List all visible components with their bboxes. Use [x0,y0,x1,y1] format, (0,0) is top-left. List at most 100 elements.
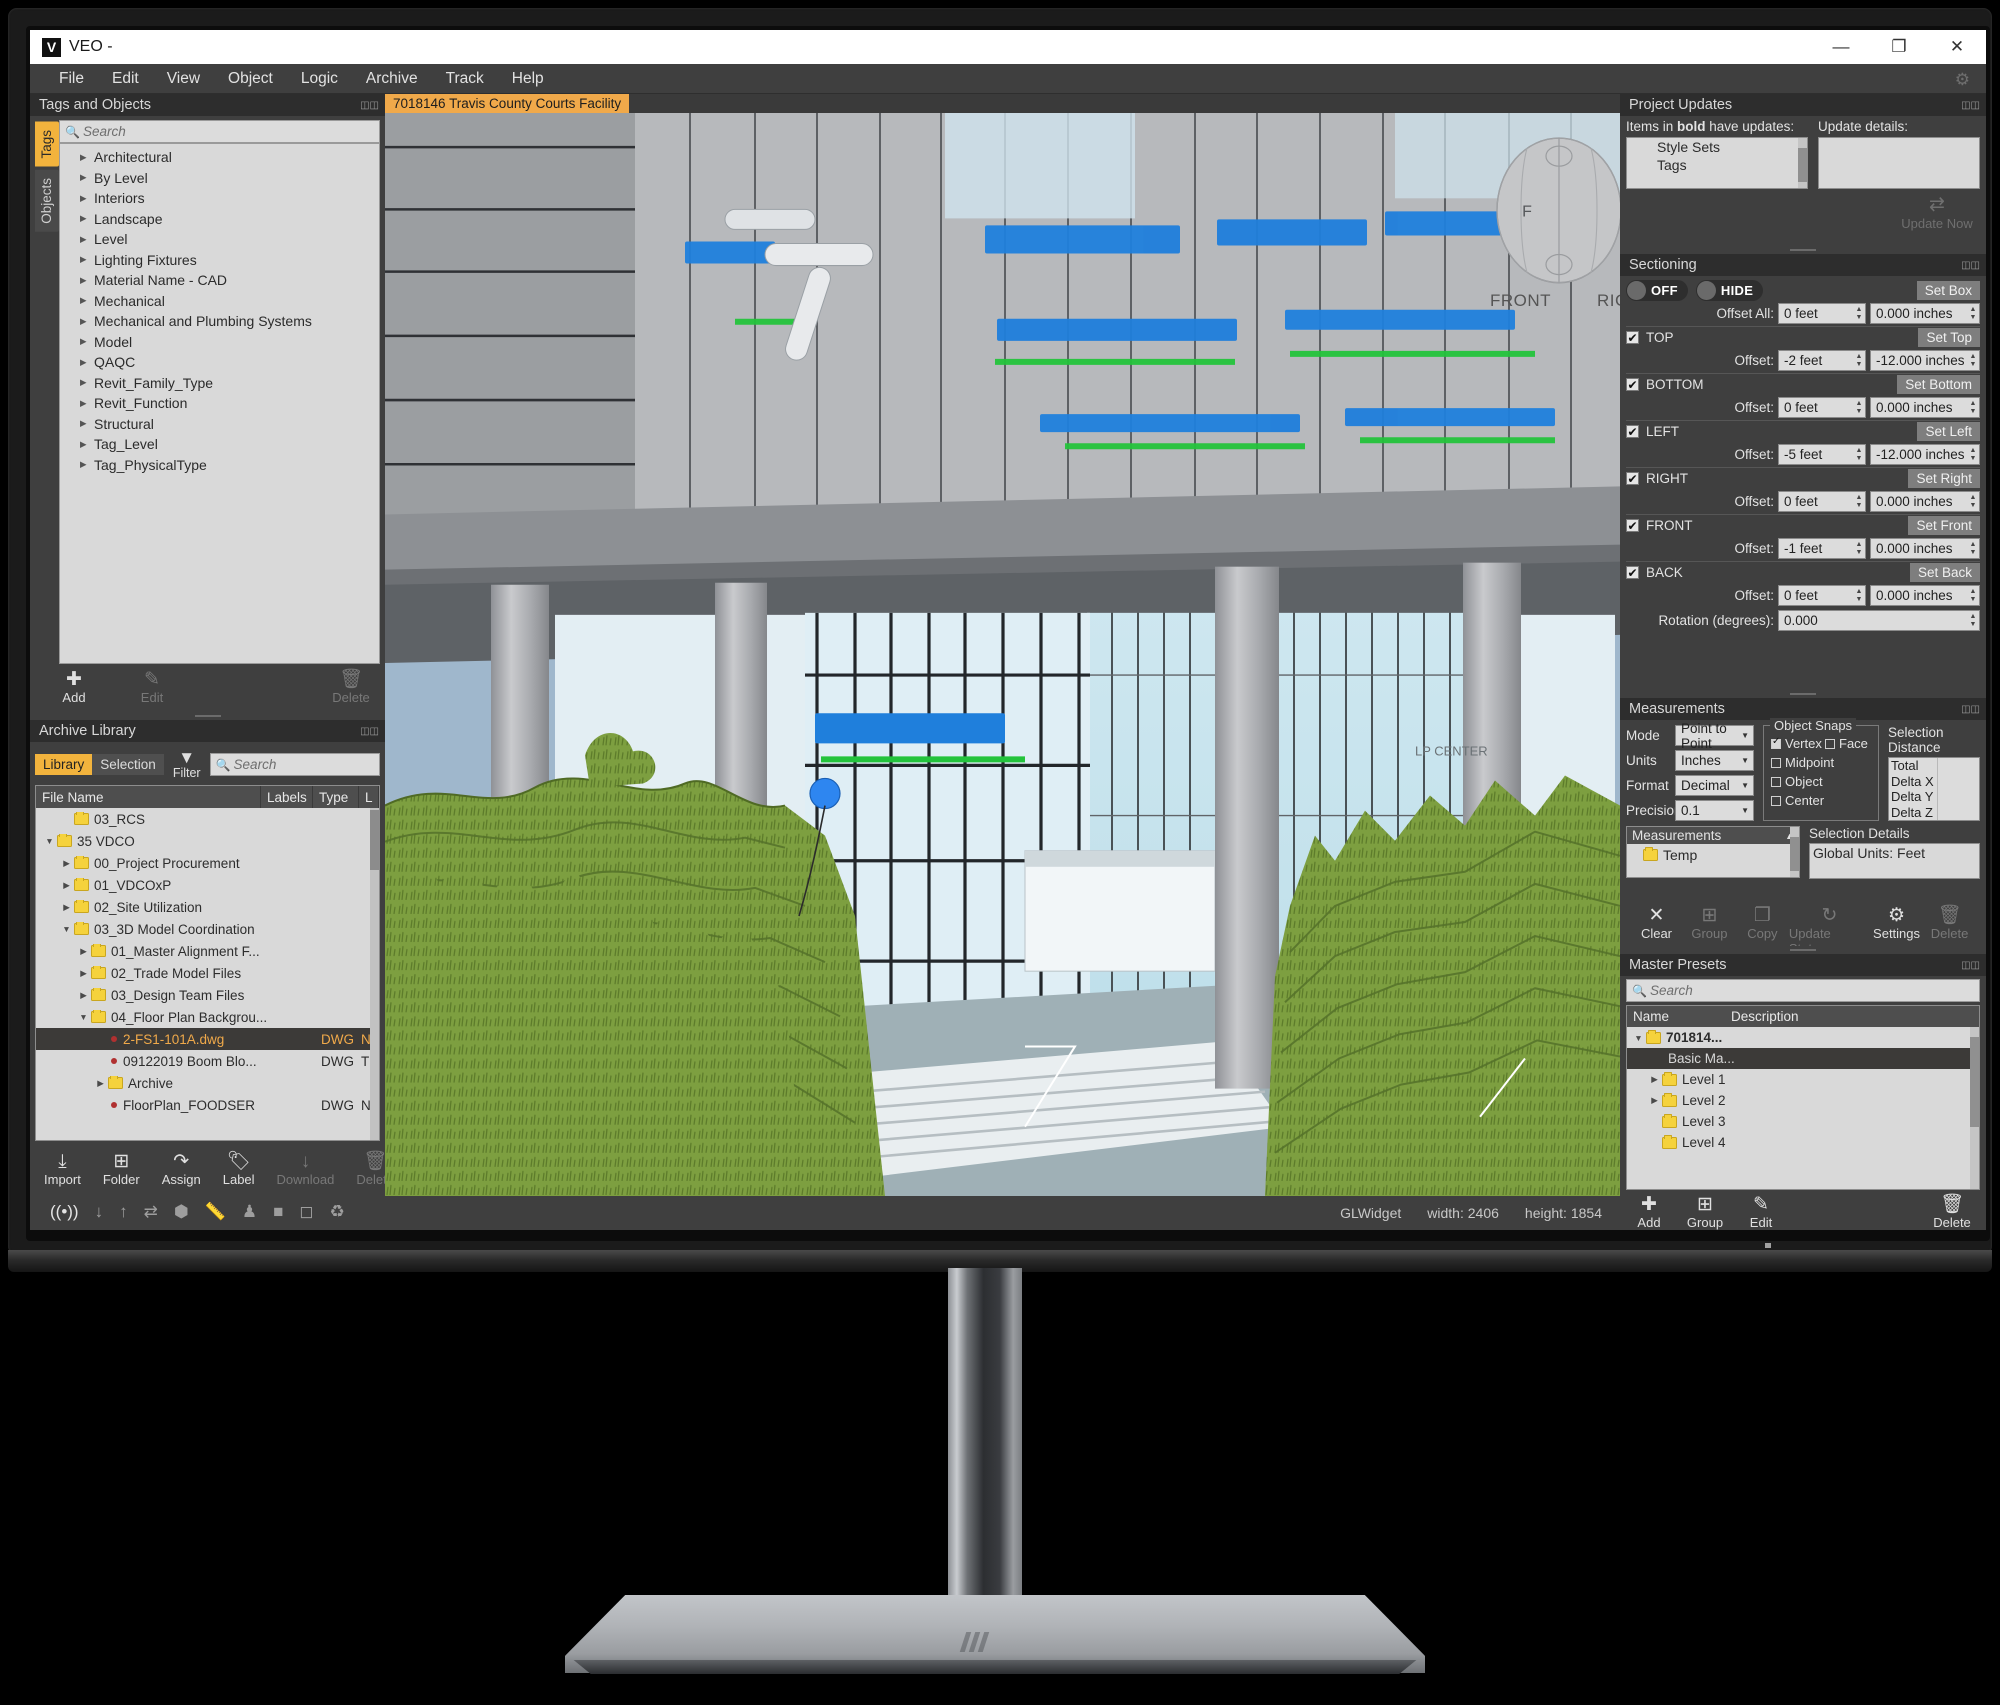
chevron-right-icon[interactable]: ▶ [59,858,74,869]
archive-file-row[interactable]: ▶ 00_Project Procurement [36,852,379,874]
measurements-group-button[interactable]: ⊞ Group [1683,905,1736,941]
selection-details-box[interactable]: Global Units: Feet [1809,843,1980,879]
col-name[interactable]: Name [1627,1006,1725,1027]
chevron-right-icon[interactable]: ▶ [80,234,94,245]
panel-dock-buttons[interactable]: ◫◫ [1961,260,1980,271]
snap-object[interactable]: Object [1771,774,1823,789]
offset-feet-input[interactable]: 0 feet ▲ ▼ [1778,585,1866,606]
refresh-folder-icon[interactable]: ♻ [330,1202,345,1222]
preset-row[interactable]: ▶ Level 2 [1627,1090,1979,1111]
offset-inches-input[interactable]: -12.000 inches ▲ ▼ [1870,444,1980,465]
chevron-down-icon[interactable]: ▼ [59,924,74,934]
checkbox-icon[interactable] [1771,736,1781,749]
archive-file-row[interactable]: ▶ 02_Site Utilization [36,896,379,918]
snap-face[interactable]: Face [1825,736,1868,751]
presets-add-button[interactable]: ✚ Add [1630,1194,1668,1230]
table-scrollbar[interactable] [1970,1027,1979,1189]
project-updates-list[interactable]: Style Sets Tags [1626,137,1808,189]
chevron-right-icon[interactable]: ▶ [59,880,74,891]
menu-archive[interactable]: Archive [363,68,421,90]
chevron-right-icon[interactable]: ▶ [80,213,94,224]
tag-tree-item[interactable]: ▶ Revit_Family_Type [60,373,379,394]
master-presets-search-input[interactable]: 🔍 Search [1626,979,1980,1002]
left-panel-splitter[interactable] [30,712,385,720]
spinner-arrows-icon[interactable]: ▲ ▼ [1968,586,1978,605]
chevron-right-icon[interactable]: ▶ [1647,1074,1662,1085]
chevron-right-icon[interactable]: ▶ [80,275,94,286]
spinner-arrows-icon[interactable]: ▲ ▼ [1968,539,1978,558]
archive-file-row[interactable]: ▶ 03_Design Team Files [36,984,379,1006]
checkbox-icon[interactable]: ✔ [1626,519,1639,533]
tag-tree-item[interactable]: ▶ Mechanical [60,291,379,312]
preset-row[interactable]: Basic Ma... [1627,1048,1979,1069]
spinner-arrows-icon[interactable]: ▲ ▼ [1968,611,1978,630]
presets-delete-button[interactable]: 🗑 Delete [1928,1194,1976,1230]
archive-filter-button[interactable]: ▼ Filter [173,749,201,780]
rotation-input[interactable]: 0.000 ▲ ▼ [1778,610,1980,631]
preset-row[interactable]: ▶ Level 1 [1627,1069,1979,1090]
tags-search-input[interactable]: 🔍 Search [59,120,380,143]
chevron-right-icon[interactable]: ▶ [76,968,91,979]
navcube-front-label[interactable]: FRONT [1490,291,1551,311]
chevron-right-icon[interactable]: ▶ [80,295,94,306]
offset-feet-input[interactable]: 0 feet ▲ ▼ [1778,491,1866,512]
col-file-name[interactable]: File Name [36,786,261,808]
chevron-down-icon[interactable]: ▼ [1631,1033,1646,1043]
archive-folder-button[interactable]: ⊞ Folder [103,1151,140,1187]
checkbox-icon[interactable]: ✔ [1626,331,1639,345]
update-now-button[interactable]: ⇄ Update Now [1894,193,1980,231]
measurements-list-item-temp[interactable]: Temp [1627,844,1799,863]
tag-tree-item[interactable]: ▶ Mechanical and Plumbing Systems [60,311,379,332]
tag-tree-item[interactable]: ▶ By Level [60,168,379,189]
gear-icon[interactable]: ⚙ [1955,70,1970,90]
measurements-list[interactable]: Measurements ▲ Temp [1626,826,1800,878]
measurements-copy-button[interactable]: ❐ Copy [1736,905,1789,941]
chevron-right-icon[interactable]: ▶ [76,990,91,1001]
chevron-right-icon[interactable]: ▶ [80,357,94,368]
archive-file-row[interactable]: ▶ 01_VDCOxP [36,874,379,896]
chevron-right-icon[interactable]: ▶ [80,398,94,409]
spinner-arrows-icon[interactable]: ▲ ▼ [1968,304,1978,323]
menu-track[interactable]: Track [443,68,487,90]
archive-file-row[interactable]: 03_RCS [36,808,379,830]
chevron-right-icon[interactable]: ▶ [59,902,74,913]
right-splitter-2[interactable] [1620,690,1986,698]
spinner-arrows-icon[interactable]: ▲ ▼ [1854,586,1864,605]
precision-select[interactable]: 0.1 ▼ [1675,800,1754,821]
snap-vertex[interactable]: Vertex [1771,736,1822,751]
presets-group-button[interactable]: ⊞ Group [1682,1194,1728,1230]
master-presets-rows[interactable]: ▼ 701814... Basic Ma... ▶ Level 1 ▶ Level 2 Lev… [1627,1027,1979,1189]
archive-file-row[interactable]: 2-FS1-101A.dwg DWG N [36,1028,379,1050]
checkbox-icon[interactable] [1825,738,1835,749]
chevron-right-icon[interactable]: ▶ [80,172,94,183]
tags-tree-list[interactable]: ▶ Architectural ▶ By Level ▶ Interiors ▶ Landsc… [59,143,380,664]
units-select[interactable]: Inches ▼ [1675,750,1754,771]
menu-file[interactable]: File [56,68,87,90]
navcube-right-label[interactable]: RIGHT [1597,291,1620,311]
box-icon[interactable]: ■ [273,1202,283,1222]
right-splitter-3[interactable] [1620,946,1986,954]
archive-table-body[interactable]: 03_RCS ▼ 35 VDCO ▶ 00_Project Procurement ▶ 01… [36,808,379,1140]
offset-feet-input[interactable]: 0 feet ▲ ▼ [1778,397,1866,418]
chevron-right-icon[interactable]: ▶ [80,336,94,347]
panel-dock-buttons[interactable]: ◫◫ [1961,704,1980,715]
chevron-right-icon[interactable]: ▶ [1647,1095,1662,1106]
offset-feet-input[interactable]: -1 feet ▲ ▼ [1778,538,1866,559]
archive-label-button[interactable]: 🏷 Label [223,1151,255,1187]
tab-travis-county-courts-facility[interactable]: 7018146 Travis County Courts Facility [385,94,630,113]
panel-dock-buttons[interactable]: ◫◫ [1961,100,1980,111]
checkbox-icon[interactable] [1771,776,1781,787]
offset-inches-input[interactable]: 0.000 inches ▲ ▼ [1870,585,1980,606]
tags-edit-button[interactable]: ✎ Edit [128,669,176,705]
chevron-right-icon[interactable]: ▶ [76,946,91,957]
archive-file-row[interactable]: FloorPlan_FOODSER DWG N [36,1094,379,1116]
spinner-arrows-icon[interactable]: ▲ ▼ [1854,304,1864,323]
update-details-box[interactable] [1818,137,1980,189]
archive-file-row[interactable]: ▼ 35 VDCO [36,830,379,852]
3d-model-canvas[interactable]: LP CENTER F FRONT RI [385,113,1620,1196]
set-box-button[interactable]: Set Box [1916,281,1980,300]
checkbox-icon[interactable]: ✔ [1626,566,1639,580]
upload-icon[interactable]: ↑ [119,1202,128,1222]
menu-edit[interactable]: Edit [109,68,142,90]
tag-tree-item[interactable]: ▶ Landscape [60,209,379,230]
